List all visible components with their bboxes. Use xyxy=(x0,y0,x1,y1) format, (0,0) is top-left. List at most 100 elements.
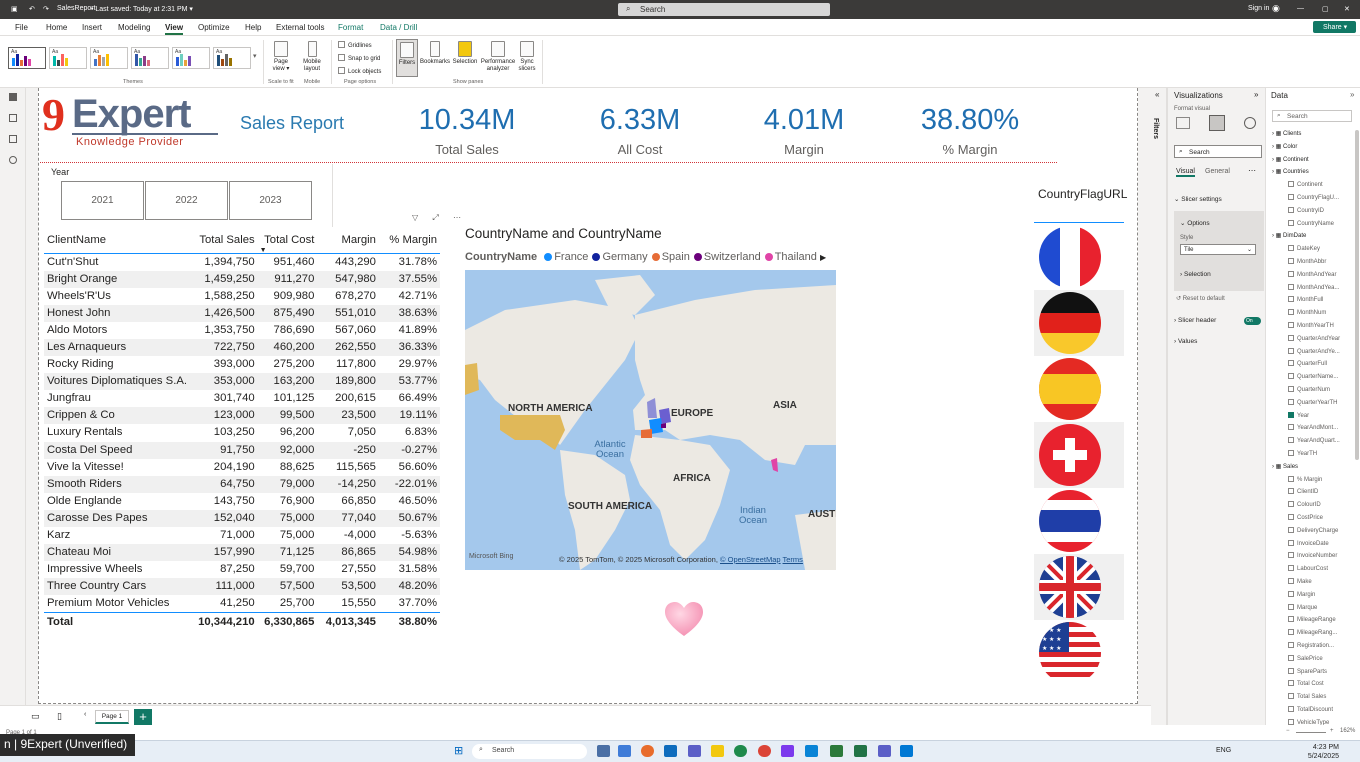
field-checkbox[interactable] xyxy=(1288,424,1294,431)
slicer-settings-section[interactable]: ⌄ Slicer settings xyxy=(1174,195,1222,203)
close-icon[interactable]: ✕ xyxy=(1344,5,1350,13)
flag-row-germany[interactable] xyxy=(1034,290,1124,356)
data-field-item[interactable]: QuarterAndYe... xyxy=(1288,347,1360,355)
kpi-card-all-cost[interactable]: 6.33M All Cost xyxy=(550,104,730,157)
themes-more-icon[interactable]: ▾ xyxy=(253,52,257,60)
data-search-input[interactable]: ⌕ Search xyxy=(1272,110,1352,122)
bookmarks-pane-button[interactable]: Bookmarks xyxy=(419,41,451,66)
col-header[interactable]: % Margin xyxy=(378,228,440,254)
field-checkbox[interactable] xyxy=(1288,450,1294,456)
field-checkbox[interactable] xyxy=(1288,360,1294,367)
flag-row-uk[interactable] xyxy=(1034,554,1124,620)
legend-item[interactable]: Spain xyxy=(648,251,690,263)
data-field-item[interactable]: MileageRang... xyxy=(1288,629,1360,636)
data-field-item[interactable]: CountryName xyxy=(1288,219,1360,227)
mobile-layout-button[interactable]: Mobile layout xyxy=(299,41,325,73)
field-checkbox[interactable] xyxy=(1288,181,1294,188)
field-checkbox[interactable] xyxy=(1288,514,1294,520)
table-row[interactable]: Rocky Riding 393,000 275,200 117,800 29.97% xyxy=(44,356,440,373)
data-field-item[interactable]: QuarterFull xyxy=(1288,360,1360,367)
table-row[interactable]: Bright Orange 1,459,250 911,270 547,980 37.5… xyxy=(44,270,440,288)
collapse-viz-icon[interactable]: » xyxy=(1254,90,1258,99)
field-checkbox[interactable] xyxy=(1288,270,1294,277)
field-checkbox[interactable] xyxy=(1288,296,1294,303)
values-section[interactable]: › Values xyxy=(1174,338,1197,345)
legend-item[interactable]: Thailand xyxy=(761,251,817,263)
selection-pane-button[interactable]: Selection xyxy=(452,41,478,66)
table-row[interactable]: Karz 71,000 75,000 -4,000 -5.63% xyxy=(44,527,440,544)
field-checkbox[interactable] xyxy=(1288,258,1294,264)
table-row[interactable]: Jungfrau 301,740 101,125 200,615 66.49% xyxy=(44,390,440,407)
data-pane-scrollbar[interactable] xyxy=(1355,130,1359,460)
flag-table-header[interactable]: CountryFlagURL xyxy=(1038,187,1127,201)
redo-icon[interactable]: ↷ xyxy=(43,5,49,13)
theme-4[interactable]: Aa xyxy=(131,47,169,69)
data-table-item[interactable]: › ▦ DimDate xyxy=(1272,232,1306,239)
data-field-item[interactable]: DateKey xyxy=(1288,245,1360,252)
data-field-item[interactable]: YearAndQuart... xyxy=(1288,437,1360,444)
data-field-item[interactable]: Make xyxy=(1288,578,1360,585)
app-icon-3[interactable] xyxy=(878,745,891,757)
client-table[interactable]: ClientName Total Sales Total Cost ▼ Margi… xyxy=(44,228,444,633)
gridlines-checkbox[interactable]: Gridlines xyxy=(338,41,372,49)
field-checkbox[interactable] xyxy=(1288,334,1294,341)
legend-item[interactable]: France xyxy=(540,251,588,263)
data-table-item[interactable]: › ▦ Clients xyxy=(1272,130,1301,137)
data-table-item[interactable]: › ▦ Color xyxy=(1272,143,1297,150)
copilot-icon[interactable] xyxy=(641,745,654,757)
flag-row-switzerland[interactable] xyxy=(1034,422,1124,488)
data-field-item[interactable]: MonthFull xyxy=(1288,296,1360,303)
flag-row-thailand[interactable] xyxy=(1034,488,1124,554)
menu-data-drill[interactable]: Data / Drill xyxy=(380,23,417,32)
data-field-item[interactable]: QuarterYearTH xyxy=(1288,398,1360,406)
data-field-item[interactable]: MonthAbbr xyxy=(1288,258,1360,265)
chrome-icon[interactable] xyxy=(758,745,771,757)
tab-general[interactable]: General xyxy=(1205,168,1230,175)
field-checkbox[interactable] xyxy=(1288,437,1294,444)
dax-view-icon[interactable] xyxy=(9,156,17,164)
data-field-item[interactable]: QuarterName... xyxy=(1288,373,1360,380)
field-checkbox[interactable] xyxy=(1288,578,1294,584)
share-button[interactable]: Share ▾ xyxy=(1313,21,1356,33)
data-field-item[interactable]: QuarterAndYear xyxy=(1288,334,1360,342)
field-checkbox[interactable] xyxy=(1288,194,1294,200)
field-checkbox[interactable] xyxy=(1288,386,1294,392)
visual-studio-icon[interactable] xyxy=(781,745,794,757)
report-view-icon[interactable] xyxy=(9,93,17,101)
tab-page-1[interactable]: Page 1 xyxy=(95,710,129,724)
format-visual-icon[interactable] xyxy=(1209,115,1225,131)
field-checkbox[interactable] xyxy=(1288,629,1294,636)
zoom-out-icon[interactable]: − xyxy=(1286,728,1290,734)
table-row[interactable]: Voitures Diplomatiques S.A. 353,000 163,20… xyxy=(44,373,440,391)
data-table-item[interactable]: › ▦ Continent xyxy=(1272,156,1309,163)
slicer-header-toggle[interactable]: On xyxy=(1244,317,1261,325)
table-row[interactable]: Vive la Vitesse! 204,190 88,625 115,565 56.6… xyxy=(44,459,440,476)
field-checkbox[interactable] xyxy=(1288,603,1294,610)
field-checkbox[interactable] xyxy=(1288,501,1294,508)
data-field-item[interactable]: SpareParts xyxy=(1288,667,1360,675)
sync-slicers-button[interactable]: Sync slicers xyxy=(516,41,538,73)
field-checkbox[interactable] xyxy=(1288,347,1294,354)
table-row[interactable]: Impressive Wheels 87,250 59,700 27,550 31.58… xyxy=(44,561,440,578)
osm-link[interactable]: © OpenStreetMap xyxy=(720,555,781,564)
field-checkbox[interactable] xyxy=(1288,539,1294,546)
data-field-item[interactable]: Registration... xyxy=(1288,642,1360,649)
table-row[interactable]: Smooth Riders 64,750 79,000 -14,250 -22.01% xyxy=(44,475,440,493)
field-checkbox[interactable] xyxy=(1288,475,1294,482)
flag-row-france[interactable] xyxy=(1034,224,1124,290)
snap-to-grid-checkbox[interactable]: Snap to grid xyxy=(338,54,380,62)
vscode-icon[interactable] xyxy=(805,745,818,757)
map-visual[interactable]: NORTH AMERICA EUROPE ASIA AFRICA SOUTH A… xyxy=(465,270,836,570)
field-checkbox[interactable] xyxy=(1288,667,1294,674)
table-row[interactable]: Cut'n'Shut 1,394,750 951,460 443,290 31.78% xyxy=(44,253,440,271)
theme-6[interactable]: Aa xyxy=(213,47,251,69)
field-checkbox[interactable] xyxy=(1288,398,1294,405)
filters-pane-button[interactable]: Filters xyxy=(396,39,418,77)
performance-analyzer-button[interactable]: Performance analyzer xyxy=(479,41,517,73)
field-checkbox[interactable] xyxy=(1288,642,1294,648)
data-table-item[interactable]: › ▦ Countries xyxy=(1272,168,1309,175)
theme-5[interactable]: Aa xyxy=(172,47,210,69)
data-field-item[interactable]: MileageRange xyxy=(1288,616,1360,623)
field-checkbox[interactable] xyxy=(1288,488,1294,495)
menu-optimize[interactable]: Optimize xyxy=(198,23,230,32)
